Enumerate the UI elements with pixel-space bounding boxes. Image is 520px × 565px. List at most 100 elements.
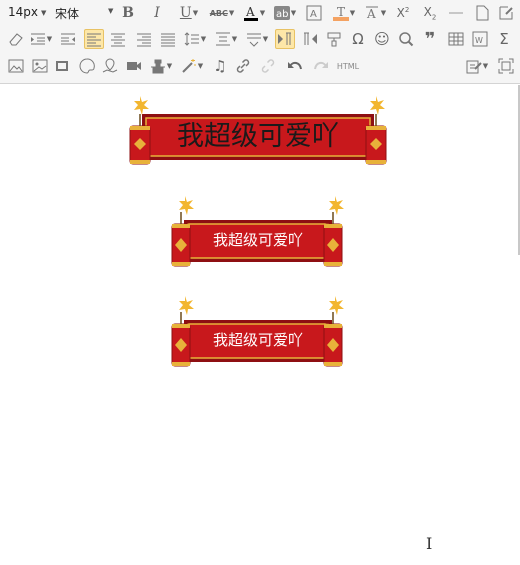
edit-source-button[interactable] (496, 3, 516, 23)
subscript-icon: X2 (423, 4, 437, 22)
sigma-icon: Σ (499, 30, 509, 48)
outdent-button[interactable] (58, 29, 78, 49)
editor-toolbar: 14px ▼ 宋体 ▼ B I U ▼ ABC ▼ A ▼ ab ▼ A T ▼ A ▼ X2 … (0, 0, 520, 84)
omega-icon: Ω (352, 30, 364, 48)
horizontal-rule-button[interactable] (446, 3, 466, 23)
insert-map-button[interactable] (100, 56, 120, 76)
outdent-icon (61, 33, 75, 45)
redo-icon (314, 61, 328, 70)
align-center-button[interactable] (108, 29, 128, 49)
scrawl-button[interactable] (77, 56, 97, 76)
highlight-icon: ab (273, 6, 290, 20)
align-justify-button[interactable] (158, 29, 178, 49)
eraser-button[interactable] (6, 29, 26, 49)
font-size-dropdown[interactable]: 14px ▼ (8, 5, 46, 19)
fullscreen-button[interactable] (496, 56, 516, 76)
chevron-down-icon: ▼ (166, 62, 173, 70)
underline-button[interactable]: U ▼ (175, 3, 203, 23)
underline-icon: U (179, 5, 192, 21)
template-button[interactable]: ▼ (464, 56, 490, 76)
insert-frame-button[interactable]: ▼ (148, 56, 174, 76)
multi-image-button[interactable] (30, 56, 50, 76)
formula-button[interactable]: Σ (494, 29, 514, 49)
search-replace-button[interactable] (396, 29, 416, 49)
undo-button[interactable] (285, 56, 305, 76)
chevron-down-icon: ▼ (228, 9, 235, 17)
format-painter-button[interactable] (324, 29, 344, 49)
toolbar-row-1: 14px ▼ 宋体 ▼ B I U ▼ ABC ▼ A ▼ ab ▼ A T ▼ A ▼ X2 … (0, 1, 520, 27)
search-icon (399, 32, 414, 47)
stamp-icon (150, 59, 165, 74)
unlink-button (258, 56, 278, 76)
text-shadow-icon: T (332, 5, 349, 21)
highlight-button[interactable]: ab ▼ (271, 3, 299, 23)
text-direction-ltr-icon (278, 32, 291, 45)
superscript-button[interactable]: X2 (393, 3, 413, 23)
paragraph-spacing-button[interactable]: ▼ (182, 29, 208, 49)
text-border-button[interactable]: A (304, 3, 324, 23)
text-shadow-button[interactable]: T ▼ (331, 3, 357, 23)
svg-text:ab: ab (276, 9, 288, 20)
eraser-icon (9, 33, 23, 46)
chevron-down-icon: ▼ (192, 9, 199, 17)
superscript-icon: X2 (396, 6, 410, 20)
list-style-button[interactable]: ▼ (244, 29, 270, 49)
edit-page-icon (499, 6, 513, 20)
font-family-value: 宋体 (55, 7, 80, 21)
insert-link-button[interactable] (233, 56, 253, 76)
chevron-down-icon: ▼ (349, 9, 356, 17)
strikethrough-icon: ABC (209, 8, 228, 18)
chevron-down-icon: ▼ (108, 7, 114, 15)
page-break-button[interactable] (472, 3, 492, 23)
video-camera-icon (127, 62, 141, 70)
svg-text:T: T (337, 5, 345, 19)
special-char-button[interactable]: Ω (348, 29, 368, 49)
html-source-button[interactable]: HTML (336, 56, 360, 76)
word-count-button[interactable]: W (470, 29, 490, 49)
blockquote-button[interactable]: ❞ (420, 29, 440, 50)
ltr-direction-button[interactable] (275, 29, 295, 49)
insert-table-button[interactable] (446, 29, 466, 49)
image-icon (8, 59, 24, 73)
font-color-button[interactable]: A ▼ (240, 3, 268, 23)
svg-text:W: W (475, 36, 483, 45)
chevron-down-icon: ▼ (200, 35, 207, 43)
align-right-button[interactable] (134, 29, 154, 49)
strikethrough-button[interactable]: ABC ▼ (208, 3, 236, 23)
font-family-dropdown[interactable]: 宋体 ▼ (55, 5, 114, 22)
align-justify-icon (161, 33, 175, 47)
indent-button[interactable]: ▼ (28, 29, 54, 49)
font-color-icon: A (243, 5, 258, 21)
chevron-down-icon: ▼ (482, 62, 489, 70)
firecracker-banner[interactable]: 我超级可爱吖 (170, 196, 346, 268)
align-left-icon (87, 33, 101, 47)
insert-video-button[interactable] (124, 56, 144, 76)
bold-button[interactable]: B (118, 3, 138, 23)
format-painter-icon (327, 32, 341, 47)
insert-music-button[interactable]: ♫ (210, 56, 230, 76)
firecracker-banner[interactable]: 我超级可爱吖 (170, 296, 346, 368)
chevron-down-icon: ▼ (231, 35, 238, 43)
line-height-button[interactable]: ▼ (213, 29, 239, 49)
magic-wand-button[interactable]: ▼ (179, 56, 205, 76)
paragraph-spacing-icon (184, 32, 199, 46)
screen-capture-button[interactable] (53, 56, 73, 76)
table-icon (448, 32, 464, 46)
frame-icon (56, 61, 68, 71)
text-border-icon: A (306, 5, 322, 21)
emoticon-button[interactable]: ☺ (372, 29, 392, 49)
horizontal-rule-icon (449, 12, 463, 14)
banner-text: 我超级可爱吖 (177, 121, 339, 152)
text-effect-button[interactable]: A ▼ (362, 3, 388, 23)
insert-image-button[interactable] (6, 56, 26, 76)
align-left-button[interactable] (84, 29, 104, 49)
redo-button (311, 56, 331, 76)
italic-icon: I (154, 5, 160, 21)
italic-button[interactable]: I (147, 3, 167, 23)
rtl-direction-button[interactable] (300, 29, 320, 49)
unlink-icon (261, 59, 275, 73)
svg-text:A: A (310, 9, 317, 20)
word-doc-icon: W (472, 31, 488, 47)
firecracker-banner[interactable]: 我超级可爱吖 (128, 96, 388, 168)
subscript-button[interactable]: X2 (420, 3, 440, 23)
